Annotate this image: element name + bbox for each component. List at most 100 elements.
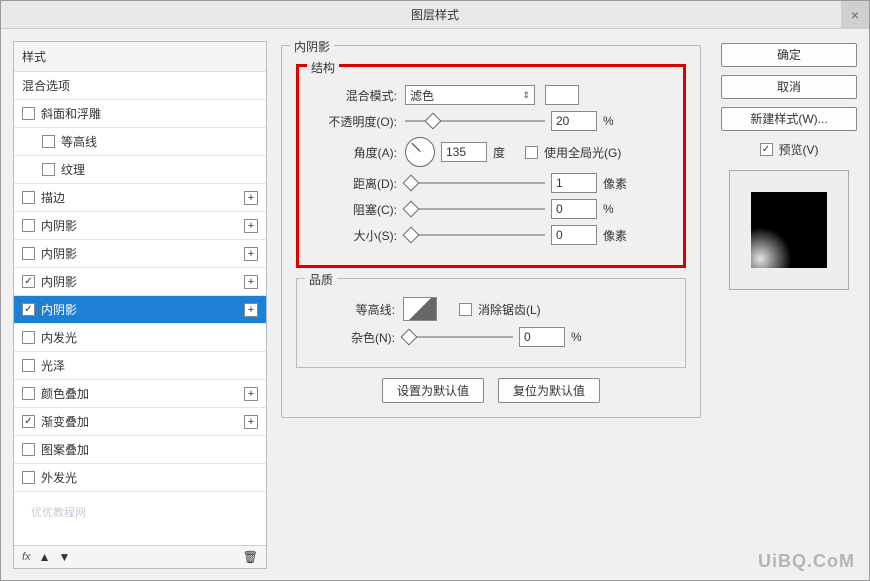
style-label: 渐变叠加 — [41, 413, 89, 430]
style-row-2[interactable]: 纹理 — [14, 156, 266, 184]
blend-options-row[interactable]: 混合选项 — [14, 72, 266, 100]
size-unit: 像素 — [603, 227, 633, 244]
style-row-11[interactable]: 渐变叠加 + — [14, 408, 266, 436]
choke-unit: % — [603, 202, 633, 216]
style-row-6[interactable]: 内阴影+ — [14, 268, 266, 296]
move-down-icon[interactable]: ▼ — [58, 550, 70, 564]
move-up-icon[interactable]: ▲ — [39, 550, 51, 564]
add-effect-icon[interactable]: + — [244, 191, 258, 205]
angle-unit: 度 — [493, 144, 505, 161]
size-label: 大小(S): — [313, 227, 399, 244]
antialias-label: 消除锯齿(L) — [478, 301, 541, 318]
opacity-label: 不透明度(O): — [313, 113, 399, 130]
noise-input[interactable]: 0 — [519, 327, 565, 347]
watermark-text2: 优优教程网 — [31, 504, 86, 520]
choke-label: 阻塞(C): — [313, 201, 399, 218]
size-input[interactable]: 0 — [551, 225, 597, 245]
style-row-5[interactable]: 内阴影 + — [14, 240, 266, 268]
blend-mode-select[interactable]: 滤色 ⇕ — [405, 85, 535, 105]
cancel-button[interactable]: 取消 — [721, 75, 857, 99]
style-checkbox[interactable] — [22, 359, 35, 372]
preview-label: 预览(V) — [779, 141, 819, 158]
angle-input[interactable]: 135 — [441, 142, 487, 162]
contour-picker[interactable] — [403, 297, 437, 321]
style-label: 等高线 — [61, 133, 97, 150]
add-effect-icon[interactable]: + — [244, 247, 258, 261]
size-slider[interactable] — [405, 227, 545, 243]
style-checkbox[interactable] — [22, 415, 35, 428]
inner-shadow-group: 内阴影 结构 混合模式: 滤色 ⇕ 不透明度(O): 20 — [281, 45, 701, 418]
style-checkbox[interactable] — [22, 219, 35, 232]
angle-label: 角度(A): — [313, 144, 399, 161]
style-label: 图案叠加 — [41, 441, 89, 458]
reset-default-button[interactable]: 复位为默认值 — [498, 378, 600, 403]
blend-options-label: 混合选项 — [22, 77, 70, 94]
opacity-input[interactable]: 20 — [551, 111, 597, 131]
add-effect-icon[interactable]: + — [244, 415, 258, 429]
style-label: 内阴影 — [41, 245, 77, 262]
dialog-title: 图层样式 — [411, 8, 459, 22]
global-light-checkbox[interactable] — [525, 146, 538, 159]
style-label: 斜面和浮雕 — [41, 105, 101, 122]
trash-icon[interactable]: 🗑 — [243, 550, 258, 564]
quality-group: 品质 等高线: 消除锯齿(L) 杂色(N): 0 % — [296, 278, 686, 368]
style-label: 外发光 — [41, 469, 77, 486]
style-checkbox[interactable] — [22, 275, 35, 288]
style-checkbox[interactable] — [22, 471, 35, 484]
preview-thumbnail — [751, 192, 827, 268]
style-checkbox[interactable] — [22, 331, 35, 344]
style-row-9[interactable]: 光泽 — [14, 352, 266, 380]
style-checkbox[interactable] — [22, 107, 35, 120]
style-row-7[interactable]: 内阴影 + — [14, 296, 266, 324]
layer-style-dialog: 图层样式 × 样式 混合选项 斜面和浮雕等高线纹理描边+内阴影+内阴影+内阴影+… — [0, 0, 870, 581]
add-effect-icon[interactable]: + — [244, 387, 258, 401]
global-light-label: 使用全局光(G) — [544, 144, 621, 161]
angle-dial[interactable] — [405, 137, 435, 167]
distance-unit: 像素 — [603, 175, 633, 192]
add-effect-icon[interactable]: + — [244, 275, 258, 289]
style-row-4[interactable]: 内阴影+ — [14, 212, 266, 240]
distance-input[interactable]: 1 — [551, 173, 597, 193]
style-label: 纹理 — [61, 161, 85, 178]
blend-mode-label: 混合模式: — [313, 87, 399, 104]
preview-checkbox[interactable] — [760, 143, 773, 156]
style-label: 内阴影 — [41, 301, 77, 318]
ok-button[interactable]: 确定 — [721, 43, 857, 67]
add-effect-icon[interactable]: + — [244, 219, 258, 233]
style-row-0[interactable]: 斜面和浮雕 — [14, 100, 266, 128]
style-checkbox[interactable] — [22, 443, 35, 456]
structure-group: 结构 混合模式: 滤色 ⇕ 不透明度(O): 20 % — [296, 64, 686, 268]
style-checkbox[interactable] — [42, 163, 55, 176]
structure-legend: 结构 — [307, 59, 339, 76]
action-panel: 确定 取消 新建样式(W)... 预览(V) — [721, 41, 857, 569]
contour-label: 等高线: — [311, 301, 397, 318]
new-style-button[interactable]: 新建样式(W)... — [721, 107, 857, 131]
noise-label: 杂色(N): — [311, 329, 397, 346]
choke-input[interactable]: 0 — [551, 199, 597, 219]
add-effect-icon[interactable]: + — [244, 303, 258, 317]
set-default-button[interactable]: 设置为默认值 — [382, 378, 484, 403]
fx-icon[interactable]: fx — [22, 551, 31, 563]
blend-mode-value: 滤色 — [410, 87, 434, 104]
style-row-12[interactable]: 图案叠加 — [14, 436, 266, 464]
antialias-checkbox[interactable] — [459, 303, 472, 316]
style-checkbox[interactable] — [22, 303, 35, 316]
style-row-10[interactable]: 颜色叠加+ — [14, 380, 266, 408]
style-checkbox[interactable] — [42, 135, 55, 148]
style-row-8[interactable]: 内发光 — [14, 324, 266, 352]
style-label: 描边 — [41, 189, 65, 206]
style-row-1[interactable]: 等高线 — [14, 128, 266, 156]
noise-unit: % — [571, 330, 601, 344]
quality-legend: 品质 — [305, 271, 337, 288]
style-checkbox[interactable] — [22, 247, 35, 260]
style-checkbox[interactable] — [22, 191, 35, 204]
style-checkbox[interactable] — [22, 387, 35, 400]
distance-slider[interactable] — [405, 175, 545, 191]
close-button[interactable]: × — [841, 1, 869, 29]
noise-slider[interactable] — [403, 329, 513, 345]
style-row-3[interactable]: 描边 + — [14, 184, 266, 212]
color-swatch[interactable] — [545, 85, 579, 105]
choke-slider[interactable] — [405, 201, 545, 217]
opacity-slider[interactable] — [405, 113, 545, 129]
style-row-13[interactable]: 外发光 — [14, 464, 266, 492]
